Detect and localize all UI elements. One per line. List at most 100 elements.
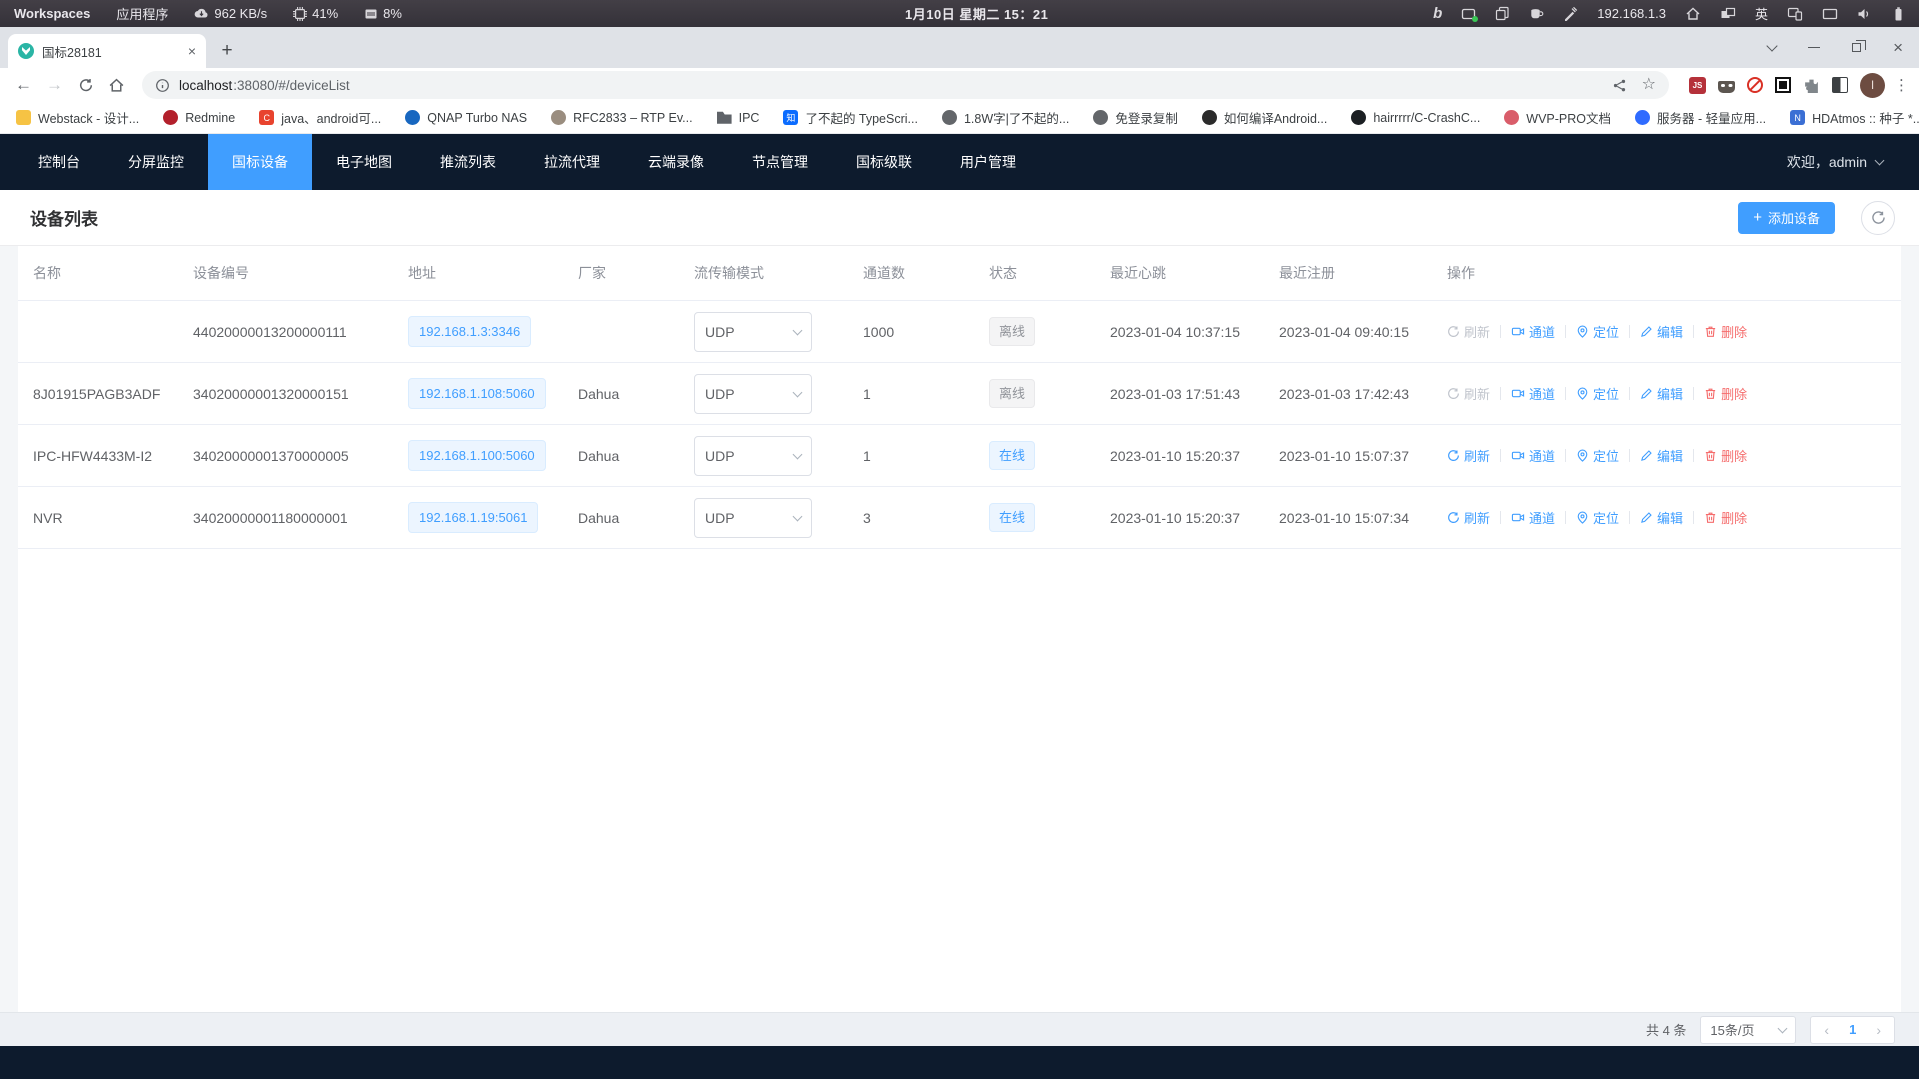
extension-js-icon[interactable]: JS bbox=[1689, 77, 1706, 94]
bookmark-item[interactable]: RFC2833 – RTP Ev... bbox=[551, 110, 693, 125]
desktop-screen: Workspaces 应用程序 962 KB/s 41% 8% 1月10日 星期… bbox=[0, 0, 1919, 1079]
nav-item[interactable]: 推流列表 bbox=[416, 134, 520, 190]
prev-page-button[interactable]: ‹ bbox=[1824, 1023, 1829, 1037]
trash-icon bbox=[1704, 325, 1717, 338]
bookmark-item[interactable]: Redmine bbox=[163, 110, 235, 125]
coffee-tray-icon[interactable] bbox=[1529, 6, 1544, 21]
applications-menu[interactable]: 应用程序 bbox=[116, 4, 168, 23]
delete-action[interactable]: 删除 bbox=[1704, 322, 1747, 341]
channel-action[interactable]: 通道 bbox=[1511, 508, 1555, 527]
extension-blocker-icon[interactable] bbox=[1747, 77, 1763, 93]
nav-item[interactable]: 用户管理 bbox=[936, 134, 1040, 190]
window-restore-icon[interactable] bbox=[1852, 43, 1861, 52]
bookmark-item[interactable]: hairrrrr/C-CrashC... bbox=[1351, 110, 1480, 125]
extensions-puzzle-icon[interactable] bbox=[1803, 77, 1820, 94]
battery-tray-icon[interactable] bbox=[1891, 6, 1905, 22]
cell-name: IPC-HFW4433M-I2 bbox=[18, 448, 178, 464]
color-picker-tray-icon[interactable] bbox=[1563, 6, 1578, 21]
edit-action[interactable]: 编辑 bbox=[1640, 446, 1683, 465]
browser-home-button[interactable] bbox=[103, 72, 130, 99]
bookmark-item[interactable]: QNAP Turbo NAS bbox=[405, 110, 527, 125]
browser-menu-icon[interactable]: ⋮ bbox=[1894, 76, 1909, 94]
window-close-icon[interactable]: × bbox=[1893, 39, 1903, 56]
nav-item[interactable]: 云端录像 bbox=[624, 134, 728, 190]
bookmark-item[interactable]: 免登录复制 bbox=[1093, 108, 1178, 127]
chevron-down-icon bbox=[793, 387, 803, 397]
bookmark-item[interactable]: 知 了不起的 TypeScri... bbox=[783, 108, 918, 127]
refresh-action[interactable]: 刷新 bbox=[1447, 508, 1490, 527]
bing-tray-icon[interactable]: b bbox=[1433, 5, 1442, 22]
nav-item[interactable]: 国标设备 bbox=[208, 134, 312, 190]
extension-darkmode-icon[interactable] bbox=[1832, 77, 1848, 93]
home-tray-icon[interactable] bbox=[1685, 6, 1701, 21]
page-size-select[interactable]: 15条/页 bbox=[1700, 1016, 1796, 1044]
bookmark-item[interactable]: 如何编译Android... bbox=[1202, 108, 1328, 127]
user-menu[interactable]: 欢迎，admin bbox=[1787, 134, 1919, 190]
window-minimize-icon[interactable] bbox=[1808, 47, 1820, 49]
nav-item[interactable]: 控制台 bbox=[14, 134, 104, 190]
bookmark-item[interactable]: IPC bbox=[717, 110, 760, 125]
nav-item[interactable]: 节点管理 bbox=[728, 134, 832, 190]
bookmark-star-icon[interactable]: ☆ bbox=[1642, 77, 1656, 93]
workspaces-button[interactable]: Workspaces bbox=[14, 6, 90, 21]
bookmark-item[interactable]: 1.8W字|了不起的... bbox=[942, 108, 1069, 127]
stream-mode-select[interactable]: UDP bbox=[694, 374, 812, 414]
share-icon[interactable] bbox=[1612, 78, 1627, 93]
window-chevron-down-icon[interactable] bbox=[1766, 40, 1777, 51]
input-method-indicator[interactable]: 英 bbox=[1755, 4, 1768, 23]
refresh-action[interactable]: 刷新 bbox=[1447, 446, 1490, 465]
back-button[interactable]: ← bbox=[10, 72, 37, 99]
edit-action[interactable]: 编辑 bbox=[1640, 322, 1683, 341]
bookmark-item[interactable]: WVP-PRO文档 bbox=[1504, 108, 1611, 127]
bookmark-item[interactable]: C java、android可... bbox=[259, 108, 381, 127]
phone-link-tray-icon[interactable] bbox=[1787, 6, 1803, 21]
current-page-number[interactable]: 1 bbox=[1849, 1022, 1856, 1037]
stream-mode-select[interactable]: UDP bbox=[694, 312, 812, 352]
delete-action[interactable]: 删除 bbox=[1704, 446, 1747, 465]
edit-action[interactable]: 编辑 bbox=[1640, 384, 1683, 403]
refresh-action[interactable]: 刷新 bbox=[1447, 322, 1490, 341]
profile-avatar[interactable]: I bbox=[1860, 73, 1885, 98]
tab-close-icon[interactable]: × bbox=[188, 44, 196, 58]
stream-mode-select[interactable]: UDP bbox=[694, 498, 812, 538]
bookmark-item[interactable]: N HDAtmos :: 种子 *... bbox=[1790, 108, 1919, 127]
browser-tab[interactable]: 国标28181 × bbox=[8, 34, 206, 68]
refresh-list-button[interactable] bbox=[1861, 201, 1895, 235]
locate-action[interactable]: 定位 bbox=[1576, 384, 1619, 403]
clock-applet[interactable]: 1月10日 星期二 15：21 bbox=[905, 4, 1048, 23]
stream-mode-select[interactable]: UDP bbox=[694, 436, 812, 476]
forward-button[interactable]: → bbox=[41, 72, 68, 99]
locate-action[interactable]: 定位 bbox=[1576, 508, 1619, 527]
delete-action[interactable]: 删除 bbox=[1704, 508, 1747, 527]
refresh-action[interactable]: 刷新 bbox=[1447, 384, 1490, 403]
nav-item[interactable]: 国标级联 bbox=[832, 134, 936, 190]
bookmark-item[interactable]: 服务器 - 轻量应用... bbox=[1635, 108, 1766, 127]
delete-action[interactable]: 删除 bbox=[1704, 384, 1747, 403]
locate-action[interactable]: 定位 bbox=[1576, 446, 1619, 465]
extension-square-icon[interactable] bbox=[1775, 77, 1791, 93]
clipboard-tray-icon[interactable] bbox=[1495, 6, 1510, 21]
nav-item[interactable]: 拉流代理 bbox=[520, 134, 624, 190]
extension-mask-icon[interactable] bbox=[1718, 81, 1735, 93]
nav-item[interactable]: 分屏监控 bbox=[104, 134, 208, 190]
memory-applet[interactable]: 8% bbox=[364, 6, 402, 21]
display-tray-icon[interactable] bbox=[1822, 7, 1838, 21]
new-tab-button[interactable]: + bbox=[212, 36, 242, 66]
volume-tray-icon[interactable] bbox=[1857, 7, 1872, 21]
cpu-applet[interactable]: 41% bbox=[293, 6, 338, 21]
bookmark-item[interactable]: Webstack - 设计... bbox=[16, 108, 139, 127]
channel-action[interactable]: 通道 bbox=[1511, 322, 1555, 341]
address-bar[interactable]: localhost :38080/#/deviceList ☆ bbox=[142, 71, 1669, 99]
channel-action[interactable]: 通道 bbox=[1511, 384, 1555, 403]
edit-action[interactable]: 编辑 bbox=[1640, 508, 1683, 527]
add-device-button[interactable]: + 添加设备 bbox=[1738, 202, 1835, 234]
next-page-button[interactable]: › bbox=[1876, 1023, 1881, 1037]
nav-item[interactable]: 电子地图 bbox=[312, 134, 416, 190]
channel-action[interactable]: 通道 bbox=[1511, 446, 1555, 465]
window-switcher-tray-icon[interactable] bbox=[1720, 7, 1736, 21]
locate-action[interactable]: 定位 bbox=[1576, 322, 1619, 341]
ip-address-indicator[interactable]: 192.168.1.3 bbox=[1597, 6, 1666, 21]
screenshot-tray-icon[interactable] bbox=[1461, 7, 1476, 21]
network-speed-applet[interactable]: 962 KB/s bbox=[194, 6, 267, 21]
reload-button[interactable] bbox=[72, 72, 99, 99]
